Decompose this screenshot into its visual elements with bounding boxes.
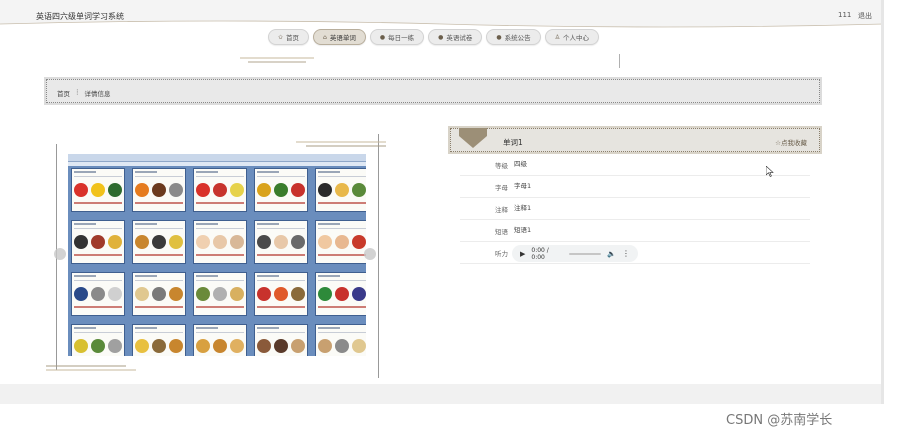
frame-border-right: [378, 134, 379, 378]
flashcard: [132, 220, 186, 264]
flashcard: [254, 324, 308, 356]
flashcard: [193, 168, 247, 212]
field-label: 等级: [495, 162, 508, 170]
flashcard: [193, 272, 247, 316]
word-image-frame: [46, 134, 386, 378]
frame-corner-decoration: [296, 141, 386, 147]
nav-announcements[interactable]: ● 系统公告: [486, 29, 541, 45]
flashcard: [71, 272, 125, 316]
breadcrumb-current: 详情信息: [84, 90, 111, 98]
word-image: [68, 154, 366, 356]
word-detail-panel: 单词1 ☆点我收藏 等级 四级 字母 字母1 注释 注释1 短语 短语1 听力 …: [448, 126, 822, 268]
more-options-icon[interactable]: ⋮: [622, 249, 630, 258]
flashcard: [254, 220, 308, 264]
field-row-listening: 听力 ▶ 0:00 / 0:00 🔈 ⋮: [460, 242, 810, 264]
image-toolbar-strip: [68, 162, 366, 166]
field-row-letters: 字母 字母1: [460, 176, 810, 198]
field-value: 字母1: [514, 182, 532, 190]
ribbon-flag-icon: [459, 128, 487, 148]
field-row-phrases: 短语 短语1: [460, 220, 810, 242]
breadcrumb-home[interactable]: 首页: [57, 88, 70, 98]
breadcrumb-separator: ⋮: [74, 88, 81, 96]
book-icon: ⌂: [323, 33, 327, 41]
word-fields: 等级 四级 字母 字母1 注释 注释1 短语 短语1 听力 ▶ 0:00 / 0…: [460, 154, 810, 264]
flashcard: [132, 272, 186, 316]
flashcard: [315, 168, 366, 212]
audio-player: ▶ 0:00 / 0:00 🔈 ⋮: [512, 245, 638, 262]
field-label: 注释: [495, 206, 508, 214]
flashcard: [315, 324, 366, 356]
frame-corner-decoration: [46, 365, 136, 371]
user-icon: ♙: [554, 33, 560, 41]
audio-progress-bar[interactable]: [568, 252, 602, 255]
logout-link[interactable]: 退出: [858, 11, 872, 21]
breadcrumb: 首页 ⋮ 详情信息: [44, 77, 822, 105]
flashcard: [71, 168, 125, 212]
username-label: 111: [838, 11, 852, 19]
dot-icon: ●: [379, 33, 386, 41]
nav-profile[interactable]: ♙ 个人中心: [544, 29, 599, 45]
field-row-notes: 注释 注释1: [460, 198, 810, 220]
nav-english-papers[interactable]: ● 英语试卷: [428, 29, 483, 45]
field-value: 注释1: [514, 204, 532, 212]
nav-label: 英语单词: [329, 34, 356, 42]
field-label: 短语: [495, 228, 508, 236]
flashcard: [132, 168, 186, 212]
field-label: 字母: [495, 184, 508, 192]
dot-icon: ●: [438, 33, 444, 41]
main-nav: ✩ 首页 ⌂ 英语单词 ● 每日一练 ● 英语试卷 ● 系统公告 ♙ 个人中心: [268, 29, 599, 45]
watermark: CSDN @苏南学长: [726, 413, 833, 428]
image-toolbar-strip: [68, 154, 366, 162]
carousel-next-button[interactable]: [364, 248, 376, 260]
flashcard: [193, 324, 247, 356]
home-icon: ✩: [278, 33, 284, 41]
audio-time: 0:00 / 0:00: [531, 246, 549, 261]
field-value: 短语1: [514, 226, 532, 234]
flashcard: [193, 220, 247, 264]
flashcard: [132, 324, 186, 356]
footer-band: [0, 384, 884, 404]
nav-label: 系统公告: [504, 34, 531, 42]
flashcard: [315, 220, 366, 264]
flashcard: [254, 168, 308, 212]
decorative-lines: [240, 57, 314, 63]
nav-english-words[interactable]: ⌂ 英语单词: [313, 29, 366, 45]
nav-label: 首页: [286, 34, 300, 42]
dot-icon: ●: [496, 33, 502, 41]
carousel-prev-button[interactable]: [54, 248, 66, 260]
flashcard: [315, 272, 366, 316]
nav-daily-practice[interactable]: ● 每日一练: [369, 29, 425, 45]
field-row-level: 等级 四级: [460, 154, 810, 176]
page-scrollbar[interactable]: [881, 0, 884, 404]
flashcard-grid: [71, 168, 366, 356]
nav-label: 个人中心: [562, 34, 589, 42]
flashcard: [254, 272, 308, 316]
flashcard: [71, 324, 125, 356]
word-title: 单词1: [503, 138, 523, 147]
favorite-button[interactable]: ☆点我收藏: [775, 137, 807, 147]
word-detail-header: 单词1 ☆点我收藏: [448, 126, 822, 154]
volume-icon[interactable]: 🔈: [607, 250, 616, 258]
play-icon[interactable]: ▶: [520, 250, 525, 258]
nav-label: 英语试卷: [446, 34, 473, 42]
mouse-cursor-icon: [766, 166, 774, 177]
top-header: 英语四六级单词学习系统 111 退出: [0, 0, 884, 30]
flashcard: [71, 220, 125, 264]
nav-label: 每日一练: [388, 34, 415, 42]
field-label: 听力: [495, 250, 508, 258]
nav-home[interactable]: ✩ 首页: [268, 29, 310, 45]
field-value: 四级: [514, 160, 527, 168]
decorative-divider: [619, 54, 620, 68]
